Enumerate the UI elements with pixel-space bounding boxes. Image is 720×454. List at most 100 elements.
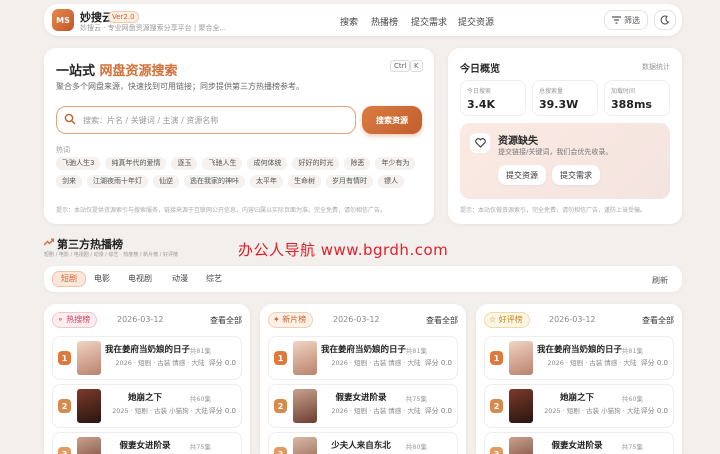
- hot-tag[interactable]: 逐玉: [171, 157, 198, 170]
- hot-tag[interactable]: 江湖夜雨十年灯: [87, 175, 148, 188]
- item-title: 假妻女进阶录: [335, 393, 387, 403]
- missing-title: 资源缺失: [498, 136, 538, 147]
- item-score: 评分 0.0: [424, 359, 452, 367]
- item-title: 我在姜府当奶娘的日子: [105, 345, 191, 355]
- item-episodes: 共81集: [189, 347, 211, 355]
- view-all-link[interactable]: 查看全部: [426, 315, 458, 326]
- nav-search[interactable]: 搜索: [340, 15, 358, 28]
- hot-tag[interactable]: 年少有为: [375, 157, 416, 170]
- rank-badge-label: 热搜榜: [66, 315, 91, 324]
- hot-tag[interactable]: 成何体统: [247, 157, 288, 170]
- tab-movie[interactable]: 电影: [86, 271, 118, 287]
- tab-anime[interactable]: 动漫: [164, 271, 196, 287]
- site-logo[interactable]: MS: [52, 9, 74, 31]
- list-item[interactable]: 3 假妻女进阶录 共75集: [484, 432, 674, 454]
- poster-image: [293, 437, 317, 454]
- item-episodes: 共60集: [621, 395, 643, 403]
- rank-badge[interactable]: ☆ 好评榜: [484, 312, 530, 328]
- poster-image: [293, 389, 317, 423]
- hot-tag[interactable]: 除恶: [344, 157, 371, 170]
- item-score: 评分 0.0: [640, 359, 668, 367]
- hot-tag[interactable]: 镖人: [378, 175, 404, 188]
- poster-image: [509, 437, 533, 454]
- rank-number: 1: [58, 351, 71, 365]
- hot-tag[interactable]: 逃在我家的神咔: [184, 175, 245, 188]
- moon-icon: [660, 15, 670, 25]
- nav-hot-list[interactable]: 热播榜: [371, 15, 398, 28]
- rank-number: 3: [274, 447, 287, 454]
- hot-tag[interactable]: 仙逆: [153, 175, 179, 188]
- hero-disclaimer: 提示：本站仅提供资源索引与搜索服务，链接来源于互联网公开信息，内容归属以实际页面…: [56, 207, 387, 214]
- stats-link[interactable]: 数据统计: [642, 62, 670, 72]
- search-input[interactable]: 搜索：片名 / 关键词 / 主演 / 资源名称: [56, 106, 356, 134]
- item-meta: 2026 · 短剧 · 古装 情感 · 大陆: [331, 407, 421, 415]
- theme-toggle-button[interactable]: [654, 10, 676, 30]
- tab-variety[interactable]: 综艺: [198, 271, 230, 287]
- submit-request-button[interactable]: 提交需求: [552, 165, 600, 185]
- rank-badge-label: 好评榜: [498, 315, 523, 324]
- hot-tags-row-2: 剑来 江湖夜雨十年灯 仙逆 逃在我家的神咔 太平年 生命树 岁月有情时 镖人: [56, 175, 404, 188]
- rank-number: 3: [490, 447, 503, 454]
- list-item[interactable]: 1 我在姜府当奶娘的日子 共81集 2026 · 短剧 · 古装 情感 · 大陆…: [484, 336, 674, 380]
- flame-icon: ⚬: [57, 315, 64, 324]
- rank-badge-label: 新片榜: [282, 315, 307, 324]
- rank-number: 1: [490, 351, 503, 365]
- list-item[interactable]: 3 假妻女进阶录 共75集: [52, 432, 242, 454]
- top-nav-bar: MS 妙搜云 Ver2.0 妙搜云 · 专业网盘资源搜索分享平台 | 聚合全..…: [44, 4, 682, 36]
- rank-number: 2: [58, 399, 71, 413]
- hot-tag[interactable]: 飞驰人生3: [56, 157, 101, 170]
- list-item[interactable]: 2 她崩之下 共60集 2025 · 短剧 · 古装 小猫狗 · 大陆 评分 0…: [52, 384, 242, 428]
- hot-tag[interactable]: 太平年: [250, 175, 283, 188]
- version-badge: Ver2.0: [108, 11, 139, 23]
- hero-title: 一站式 网盘资源搜索: [56, 60, 178, 79]
- item-episodes: 共60集: [189, 395, 211, 403]
- nav-submit-request[interactable]: 提交需求: [411, 15, 447, 28]
- filter-button[interactable]: 筛选: [604, 10, 648, 30]
- list-item[interactable]: 1 我在姜府当奶娘的日子 共81集 2026 · 短剧 · 古装 情感 · 大陆…: [52, 336, 242, 380]
- item-episodes: 共75集: [189, 443, 211, 451]
- tab-short-drama[interactable]: 短剧: [52, 271, 86, 287]
- item-meta: 2026 · 短剧 · 古装 情感 · 大陆: [547, 359, 637, 367]
- tab-tv-series[interactable]: 电视剧: [120, 271, 160, 287]
- submit-resource-button[interactable]: 提交资源: [498, 165, 546, 185]
- stat-value: 3.4K: [467, 98, 496, 111]
- rank-number: 2: [274, 399, 287, 413]
- refresh-button[interactable]: 刷新: [652, 275, 668, 286]
- rank-number: 2: [490, 399, 503, 413]
- rank-badge[interactable]: ⚬ 热搜榜: [52, 312, 98, 328]
- item-episodes: 共81集: [621, 347, 643, 355]
- stat-label: 加载时间: [611, 88, 636, 95]
- item-score: 评分 0.0: [208, 359, 236, 367]
- item-episodes: 共81集: [405, 347, 427, 355]
- item-episodes: 共75集: [405, 395, 427, 403]
- poster-image: [293, 341, 317, 375]
- list-item[interactable]: 2 假妻女进阶录 共75集 2026 · 短剧 · 古装 情感 · 大陆 评分 …: [268, 384, 458, 428]
- poster-image: [77, 389, 101, 423]
- list-item[interactable]: 2 她崩之下 共60集 2025 · 短剧 · 古装 小猫狗 · 大陆 评分 0…: [484, 384, 674, 428]
- list-item[interactable]: 1 我在姜府当奶娘的日子 共81集 2026 · 短剧 · 古装 情感 · 大陆…: [268, 336, 458, 380]
- hot-tag[interactable]: 岁月有情时: [326, 175, 373, 188]
- hot-tag[interactable]: 纯真年代的爱情: [105, 157, 167, 170]
- view-all-link[interactable]: 查看全部: [210, 315, 242, 326]
- rank-badge[interactable]: ✦ 新片榜: [268, 312, 314, 328]
- poster-image: [509, 341, 533, 375]
- nav-submit-resource[interactable]: 提交资源: [458, 15, 494, 28]
- new-release-rank-card: ✦ 新片榜 2026-03-12 查看全部 1 我在姜府当奶娘的日子 共81集 …: [260, 304, 466, 454]
- item-title: 少夫人来自东北: [331, 441, 391, 451]
- rank-number: 3: [58, 447, 71, 454]
- rank-date: 2026-03-12: [549, 315, 596, 324]
- hot-tag[interactable]: 剑来: [56, 175, 82, 188]
- hot-tag[interactable]: 飞驰人生: [202, 157, 243, 170]
- hot-tags-row-1: 飞驰人生3 纯真年代的爱情 逐玉 飞驰人生 成何体统 好好的时光 除恶 年少有为: [56, 157, 416, 170]
- list-item[interactable]: 3 少夫人来自东北 共80集: [268, 432, 458, 454]
- stat-value: 388ms: [611, 98, 652, 111]
- stat-load-time: 加载时间 388ms: [604, 80, 670, 116]
- item-score: 评分 0.0: [640, 407, 668, 415]
- hot-tag[interactable]: 生命树: [288, 175, 321, 188]
- hot-tag[interactable]: 好好的时光: [292, 157, 340, 170]
- watermark-text: 办公人导航 www.bgrdh.com: [238, 241, 449, 259]
- item-meta: 2025 · 短剧 · 古装 小猫狗 · 大陆: [112, 407, 208, 415]
- view-all-link[interactable]: 查看全部: [642, 315, 674, 326]
- search-button[interactable]: 搜索资源: [362, 106, 422, 134]
- poster-image: [77, 341, 101, 375]
